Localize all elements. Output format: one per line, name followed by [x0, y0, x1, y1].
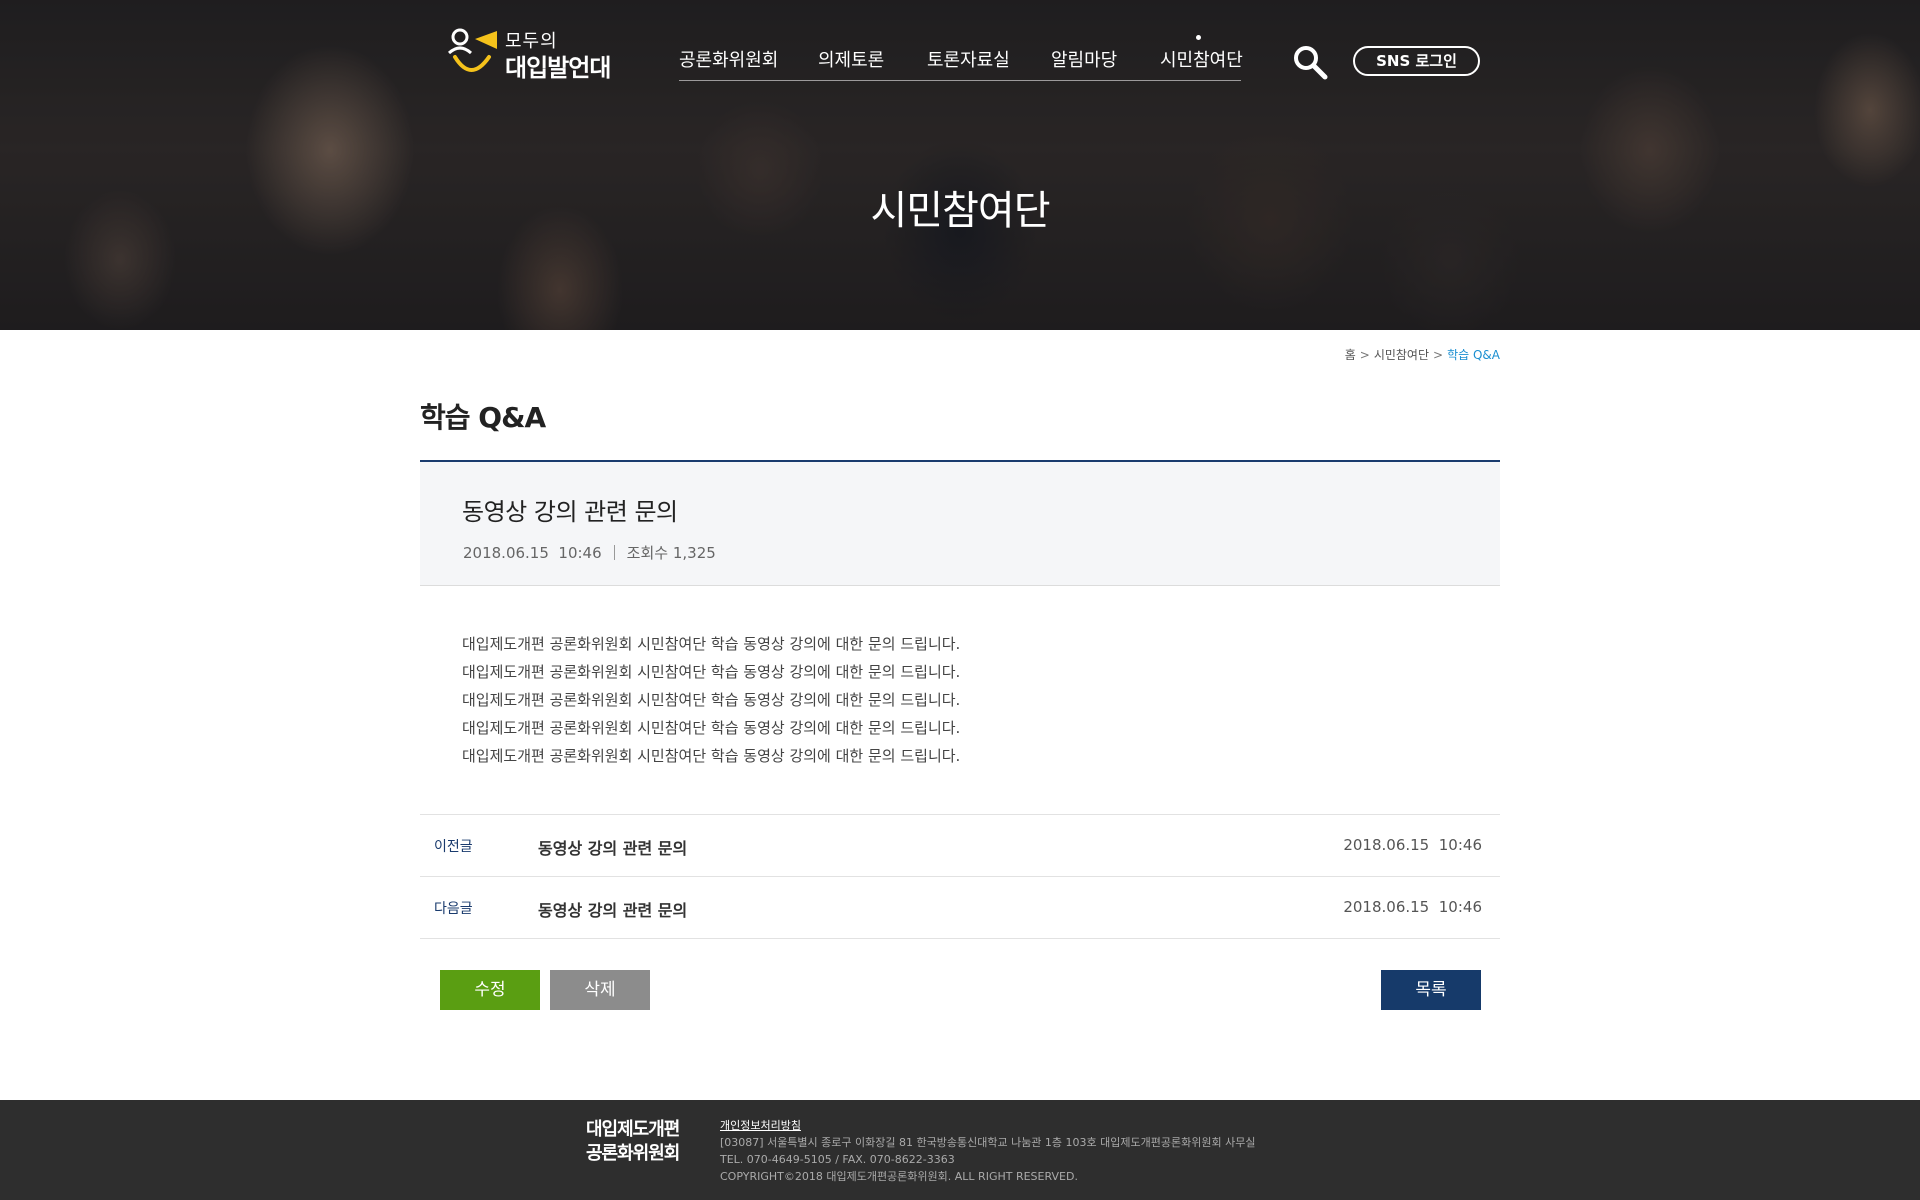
prev-post-date: 2018.06.15 10:46: [1343, 836, 1482, 854]
search-icon[interactable]: [1292, 44, 1328, 80]
page-title: 학습 Q&A: [420, 401, 546, 434]
post-body-line: 대입제도개편 공론화위원회 시민참여단 학습 동영상 강의에 대한 문의 드립니…: [462, 719, 961, 737]
post-body-line: 대입제도개편 공론화위원회 시민참여단 학습 동영상 강의에 대한 문의 드립니…: [462, 635, 961, 653]
nav-item-debate-resources[interactable]: 토론자료실: [927, 46, 1010, 72]
footer-address: [03087] 서울특별시 종로구 이화장길 81 한국방송통신대학교 나눔관 …: [720, 1136, 1256, 1149]
breadcrumb-home[interactable]: 홈: [1345, 348, 1356, 362]
delete-button[interactable]: 삭제: [550, 970, 650, 1010]
list-button[interactable]: 목록: [1381, 970, 1481, 1010]
footer-logo-line1: 대입제도개편: [586, 1119, 680, 1140]
next-post-date: 2018.06.15 10:46: [1343, 898, 1482, 916]
post-body-line: 대입제도개편 공론화위원회 시민참여단 학습 동영상 강의에 대한 문의 드립니…: [462, 747, 961, 765]
post-date: 2018.06.15 10:46: [463, 544, 602, 562]
logo-bottom-text: 대입발언대: [505, 54, 611, 82]
nav-item-citizen-panel[interactable]: 시민참여단: [1160, 46, 1243, 72]
nav-item-notice[interactable]: 알림마당: [1051, 46, 1117, 72]
chevron-right-icon: >: [1433, 348, 1444, 362]
prev-post-link[interactable]: 동영상 강의 관련 문의: [538, 835, 687, 859]
post-title: 동영상 강의 관련 문의: [462, 498, 678, 526]
post-meta: 2018.06.15 10:46 조회수 1,325: [463, 542, 716, 563]
breadcrumb: 홈 > 시민참여단 > 학습 Q&A: [1345, 346, 1500, 363]
chevron-right-icon: >: [1359, 348, 1370, 362]
nav-item-agenda-debate[interactable]: 의제토론: [818, 46, 884, 72]
footer-info: 개인정보처리방침 [03087] 서울특별시 종로구 이화장길 81 한국방송통…: [720, 1117, 1255, 1185]
site-logo[interactable]: 모두의 대입발언대: [447, 27, 617, 82]
active-nav-indicator: [1196, 35, 1201, 40]
post-body-line: 대입제도개편 공론화위원회 시민참여단 학습 동영상 강의에 대한 문의 드립니…: [462, 663, 961, 681]
post-header: 동영상 강의 관련 문의 2018.06.15 10:46 조회수 1,325: [420, 460, 1500, 586]
main-navigation: 공론화위원회 의제토론 토론자료실 알림마당 시민참여단: [679, 46, 1243, 81]
next-post-row: 다음글 동영상 강의 관련 문의 2018.06.15 10:46: [420, 877, 1500, 939]
footer-copyright: COPYRIGHT©2018 대입제도개편공론화위원회. ALL RIGHT R…: [720, 1170, 1078, 1183]
footer-logo: 대입제도개편 공론화위원회: [586, 1118, 696, 1166]
privacy-policy-link[interactable]: 개인정보처리방침: [720, 1117, 1255, 1134]
edit-button[interactable]: 수정: [440, 970, 540, 1010]
post-body: 대입제도개편 공론화위원회 시민참여단 학습 동영상 강의에 대한 문의 드립니…: [462, 630, 1442, 770]
post-views-count: 1,325: [672, 544, 716, 562]
hero-title: 시민참여단: [870, 188, 1051, 234]
meta-divider: [613, 545, 615, 560]
nav-item-committee[interactable]: 공론화위원회: [679, 46, 778, 72]
next-post-label: 다음글: [434, 901, 473, 917]
post-body-line: 대입제도개편 공론화위원회 시민참여단 학습 동영상 강의에 대한 문의 드립니…: [462, 691, 961, 709]
post-views-label: 조회수: [626, 544, 669, 562]
next-post-link[interactable]: 동영상 강의 관련 문의: [538, 897, 687, 921]
prev-post-label: 이전글: [434, 839, 473, 855]
breadcrumb-section[interactable]: 시민참여단: [1374, 348, 1429, 362]
breadcrumb-current: 학습 Q&A: [1447, 348, 1500, 362]
prev-post-row: 이전글 동영상 강의 관련 문의 2018.06.15 10:46: [420, 814, 1500, 877]
footer-logo-line2: 공론화위원회: [586, 1143, 680, 1164]
sns-login-button[interactable]: SNS 로그인: [1353, 46, 1480, 76]
logo-mark-icon: [447, 28, 497, 72]
footer: 대입제도개편 공론화위원회 개인정보처리방침 [03087] 서울특별시 종로구…: [0, 1100, 1920, 1200]
footer-contact: TEL. 070-4649-5105 / FAX. 070-8622-3363: [720, 1153, 955, 1166]
hero-banner: 모두의 대입발언대 공론화위원회 의제토론 토론자료실 알림마당 시민참여단 S…: [0, 0, 1920, 330]
